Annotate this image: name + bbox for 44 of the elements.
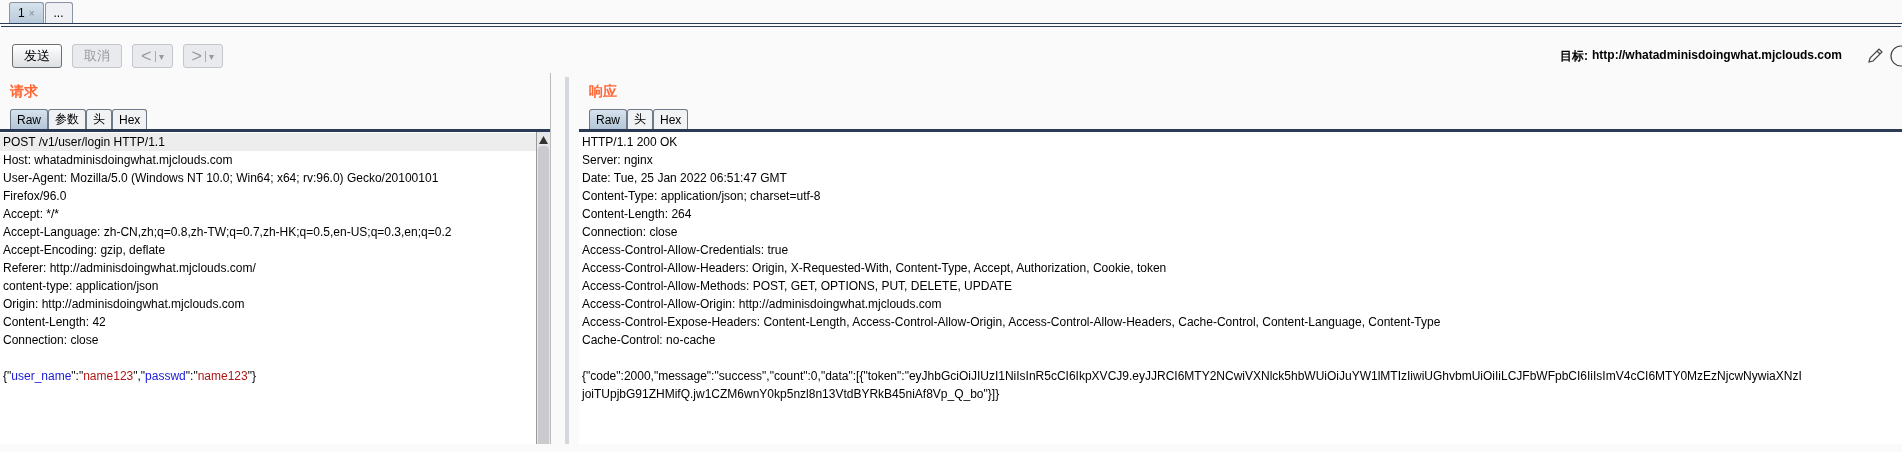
pencil-icon[interactable]	[1866, 47, 1884, 65]
header-line: Accept-Encoding: gzip, deflate	[2, 242, 167, 259]
view-tab[interactable]: 头	[627, 109, 653, 129]
section-title: 响应	[589, 83, 618, 101]
header-line: Access-Control-Expose-Headers: Content-Length, Access-Control-Allow-Origin, Access-Control-Allow-Headers, Cache-Control, Content-Language, Content-Type	[581, 314, 1442, 331]
section-title: 请求	[10, 83, 39, 101]
header-line: content-type: application/json	[2, 278, 160, 295]
header-line: Access-Control-Allow-Origin: http://adminisdoingwhat.mjclouds.com	[581, 296, 943, 313]
header-line: Origin: http://adminisdoingwhat.mjclouds.com	[2, 296, 246, 313]
view-tab[interactable]: Hex	[653, 109, 689, 129]
header-line: Date: Tue, 25 Jan 2022 06:51:47 GMT	[581, 170, 788, 187]
header-line: User-Agent: Mozilla/5.0 (Windows NT 10.0; Win64; x64; rv:96.0) Gecko/20100101	[2, 170, 440, 187]
header-line: Connection: close	[581, 224, 679, 241]
header-line: Connection: close	[2, 332, 100, 349]
tab[interactable]: ...	[44, 2, 73, 23]
header-line: Accept-Language: zh-CN,zh;q=0.8,zh-TW;q=0.7,zh-HK;q=0.5,en-US;q=0.3,en;q=0.2	[2, 224, 453, 241]
header-line: Content-Length: 42	[2, 314, 107, 331]
header-line: Content-Type: application/json; charset=utf-8	[581, 188, 822, 205]
header-line: Accept: */*	[2, 206, 61, 223]
scroll-up-icon[interactable]	[539, 136, 548, 144]
target-url: http://whatadminisdoingwhat.mjclouds.com	[1592, 47, 1842, 64]
header-line: Access-Control-Allow-Methods: POST, GET, OPTIONS, PUT, DELETE, UPDATE	[581, 278, 1013, 295]
view-tab[interactable]: Raw	[589, 109, 627, 129]
header-line: Cache-Control: no-cache	[581, 332, 717, 349]
tab[interactable]: 1 ×	[9, 2, 44, 23]
help-icon[interactable]	[1890, 45, 1902, 67]
view-tab[interactable]: 参数	[48, 109, 86, 129]
view-tab[interactable]: Hex	[112, 109, 148, 129]
header-line: HTTP/1.1 200 OK	[581, 134, 679, 151]
header-line: Referer: http://adminisdoingwhat.mjclouds.com/	[2, 260, 257, 277]
toolbar-button[interactable]: 发送	[12, 44, 62, 68]
view-tab[interactable]: Raw	[10, 109, 48, 129]
body-line: {"user_name":"name123","passwd":"name123"}	[2, 368, 257, 385]
header-line: Access-Control-Allow-Credentials: true	[581, 242, 790, 259]
header-line: Server: nginx	[581, 152, 654, 169]
header-line: Host: whatadminisdoingwhat.mjclouds.com	[2, 152, 234, 169]
view-tab[interactable]: 头	[86, 109, 112, 129]
target-label: 目标:	[1560, 47, 1588, 65]
header-line: Content-Length: 264	[581, 206, 693, 223]
scrollbar[interactable]	[536, 132, 550, 444]
body-line: joiTUpjbG91ZHMifQ.jw1CZM6wnY0kp5nzl8n13VtdBYRkB45niAf8Vp_Q_bo"}]}	[580, 386, 1001, 403]
body-line: {"code":2000,"message":"success","count":0,"data":[{"token":"eyJhbGciOiJIUzI1NiIsInR5cCI6IkpXVCJ9.eyJJRCI6MTY2NCwiVXNlck5hbWUiOiJuYW1lMTIzIiwiUGhvbmUiOiIiLCJFbWFpbCI6IiIsImV4cCI6MTY0MzEzNjcwNywiaXNzI	[581, 368, 1803, 385]
header-line: Firefox/96.0	[2, 188, 68, 205]
header-line: Access-Control-Allow-Headers: Origin, X-Requested-With, Content-Type, Accept, Authorization, Cookie, token	[581, 260, 1168, 277]
